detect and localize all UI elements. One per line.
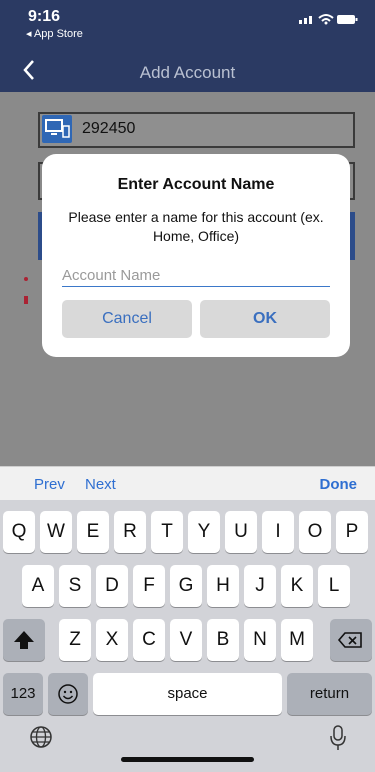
cellular-signal-icon [299, 16, 312, 24]
wifi-icon [318, 14, 334, 25]
key-n[interactable]: N [244, 619, 276, 661]
shift-icon [14, 631, 34, 649]
dictation-key[interactable] [328, 724, 348, 752]
navigation-bar: 9:16 ◂ App Store Add Account [0, 0, 375, 92]
dialog-message: Please enter a name for this account (ex… [68, 209, 324, 244]
return-key[interactable]: return [287, 673, 372, 715]
battery-icon [337, 15, 358, 24]
status-time: 9:16 [28, 8, 61, 25]
key-e[interactable]: E [77, 511, 109, 553]
key-a[interactable]: A [22, 565, 54, 607]
emoji-key[interactable] [48, 673, 88, 715]
globe-icon [30, 726, 52, 748]
ok-button[interactable]: OK [200, 300, 330, 338]
account-number-text: 292450 [82, 120, 136, 137]
home-indicator [121, 757, 254, 762]
key-i[interactable]: I [262, 511, 294, 553]
keyboard: Q W E R T Y U I O P A S D F G H J K L Z … [0, 500, 375, 772]
key-c[interactable]: C [133, 619, 165, 661]
globe-key[interactable] [28, 724, 54, 750]
key-w[interactable]: W [40, 511, 72, 553]
back-to-app-link[interactable]: ◂ App Store [26, 27, 83, 40]
prev-button[interactable]: Prev [34, 476, 65, 493]
key-s[interactable]: S [59, 565, 91, 607]
key-u[interactable]: U [225, 511, 257, 553]
key-h[interactable]: H [207, 565, 239, 607]
key-o[interactable]: O [299, 511, 331, 553]
key-j[interactable]: J [244, 565, 276, 607]
account-name-dialog: Enter Account Name Please enter a name f… [42, 154, 350, 357]
key-p[interactable]: P [336, 511, 368, 553]
key-r[interactable]: R [114, 511, 146, 553]
keyboard-accessory-bar: Prev Next Done [0, 466, 375, 501]
key-v[interactable]: V [170, 619, 202, 661]
next-button[interactable]: Next [85, 476, 116, 493]
done-button[interactable]: Done [320, 476, 358, 493]
required-marker [24, 296, 28, 304]
emoji-icon [58, 684, 78, 704]
key-y[interactable]: Y [188, 511, 220, 553]
key-m[interactable]: M [281, 619, 313, 661]
backspace-icon [337, 632, 362, 648]
key-q[interactable]: Q [3, 511, 35, 553]
key-k[interactable]: K [281, 565, 313, 607]
dialog-title: Enter Account Name [117, 176, 275, 193]
key-t[interactable]: T [151, 511, 183, 553]
key-g[interactable]: G [170, 565, 202, 607]
numbers-key[interactable]: 123 [3, 673, 43, 715]
key-f[interactable]: F [133, 565, 165, 607]
key-b[interactable]: B [207, 619, 239, 661]
shift-key[interactable] [3, 619, 45, 661]
key-l[interactable]: L [318, 565, 350, 607]
space-key[interactable]: space [93, 673, 282, 715]
key-z[interactable]: Z [59, 619, 91, 661]
key-x[interactable]: X [96, 619, 128, 661]
delete-key[interactable] [330, 619, 372, 661]
page-title: Add Account [139, 63, 236, 82]
account-name-input[interactable] [62, 264, 330, 287]
key-d[interactable]: D [96, 565, 128, 607]
required-marker [24, 277, 28, 281]
microphone-icon [330, 725, 346, 750]
computer-icon [42, 115, 72, 143]
cancel-button[interactable]: Cancel [62, 300, 192, 338]
status-icons [289, 11, 359, 27]
